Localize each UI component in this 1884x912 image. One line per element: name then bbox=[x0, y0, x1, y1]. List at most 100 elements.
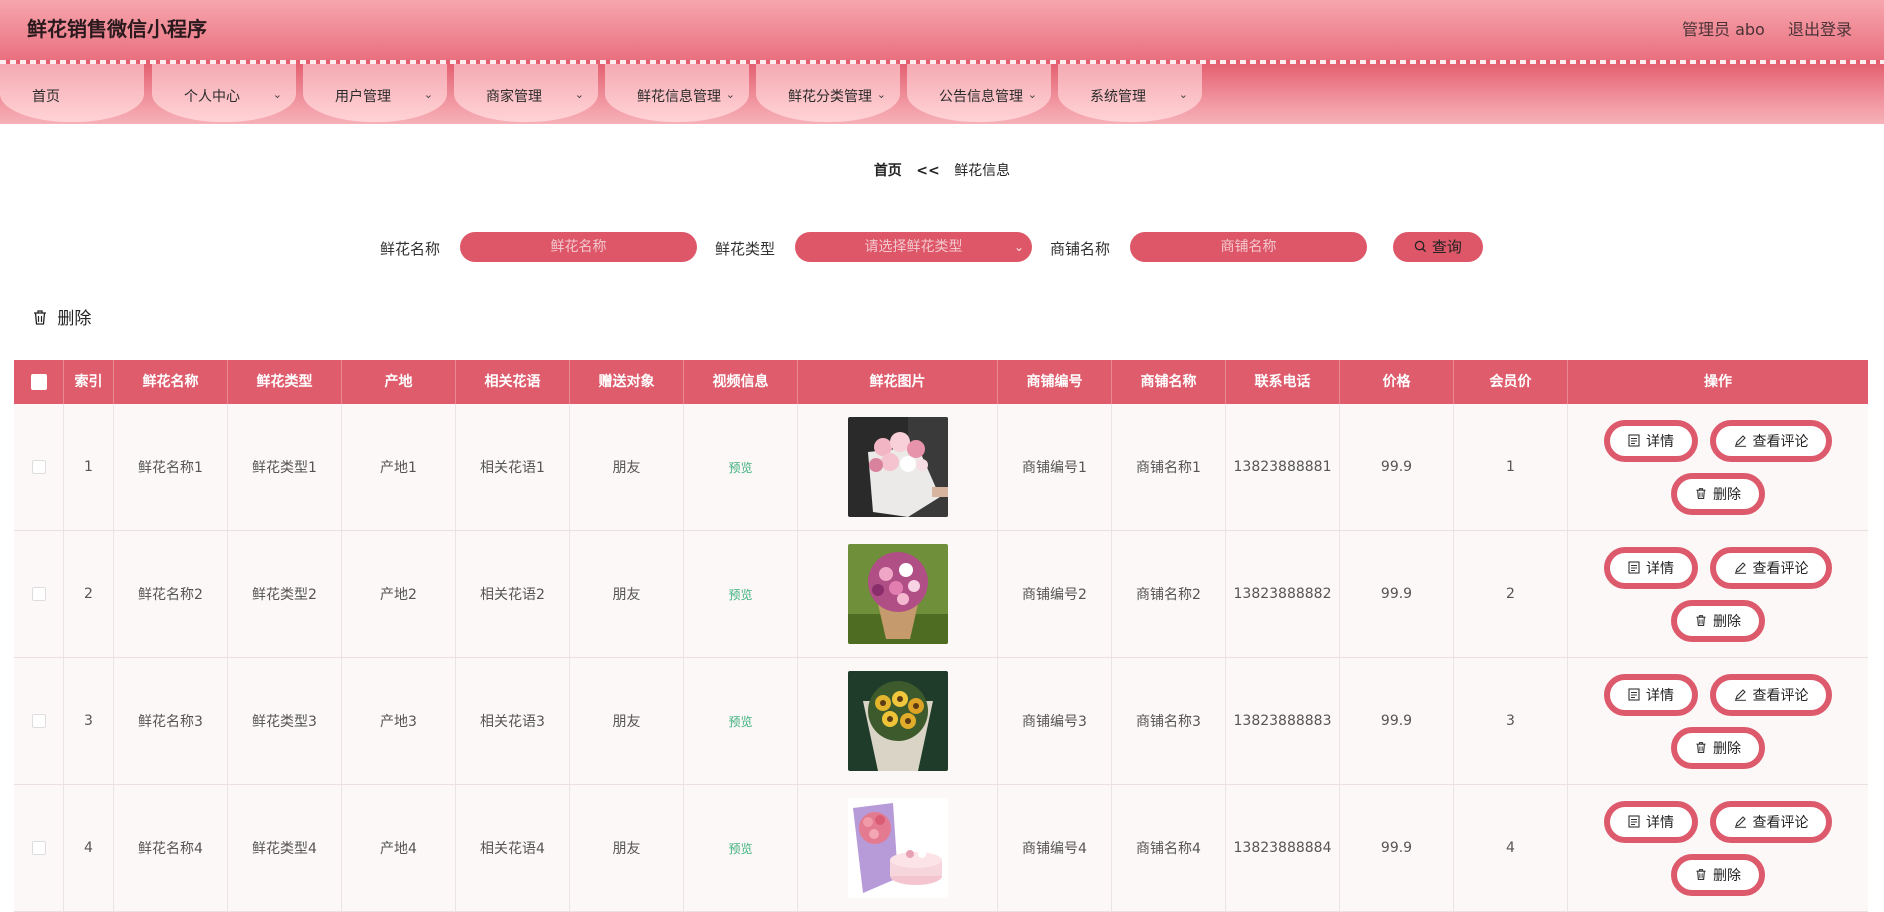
column-header: 会员价 bbox=[1454, 360, 1568, 404]
admin-username: 管理员 abo bbox=[1682, 20, 1765, 39]
trash-icon bbox=[1696, 742, 1706, 753]
row-checkbox[interactable] bbox=[31, 714, 46, 728]
nav-item-merchant-management[interactable]: 商家管理 ⌄ bbox=[454, 64, 598, 122]
document-icon bbox=[1628, 688, 1640, 701]
video-preview-link[interactable]: 预览 bbox=[728, 840, 752, 857]
table-header: 索引 鲜花名称 鲜花类型 产地 相关花语 赠送对象 视频信息 鲜花图片 商铺编号… bbox=[14, 360, 1868, 404]
nav-item-label: 鲜花分类管理 bbox=[788, 89, 872, 105]
view-comments-button-label: 查看评论 bbox=[1752, 433, 1809, 450]
trash-icon bbox=[1696, 488, 1706, 499]
view-comments-button[interactable]: 查看评论 bbox=[1710, 546, 1832, 589]
shop-name-cell: 商铺名称2 bbox=[1112, 531, 1226, 657]
nav-item-system-management[interactable]: 系统管理 ⌄ bbox=[1058, 64, 1202, 122]
flower-type-cell: 鲜花类型2 bbox=[228, 531, 342, 657]
video-preview-link[interactable]: 预览 bbox=[728, 713, 752, 730]
actions-cell: 详情 查看评论 删除 bbox=[1568, 404, 1868, 530]
shop-number-cell: 商铺编号1 bbox=[998, 404, 1112, 530]
index-cell: 4 bbox=[64, 785, 114, 911]
recipient-cell: 朋友 bbox=[570, 658, 684, 784]
delete-button[interactable]: 删除 bbox=[1671, 726, 1765, 769]
table-row: 4 鲜花名称4 鲜花类型4 产地4 相关花语4 朋友 预览 商铺编号4 商铺名称… bbox=[14, 785, 1868, 912]
detail-button-label: 详情 bbox=[1646, 687, 1674, 704]
flower-meaning-cell: 相关花语1 bbox=[456, 404, 570, 530]
nav-item-label: 用户管理 bbox=[335, 89, 391, 105]
column-header: 相关花语 bbox=[456, 360, 570, 404]
video-preview-link[interactable]: 预览 bbox=[728, 459, 752, 476]
nav-item-personal-center[interactable]: 个人中心 ⌄ bbox=[152, 64, 296, 122]
flower-image[interactable] bbox=[847, 798, 948, 898]
chevron-down-icon: ⌄ bbox=[725, 88, 735, 101]
trash-icon bbox=[1696, 615, 1706, 626]
view-comments-button[interactable]: 查看评论 bbox=[1710, 419, 1832, 462]
flower-type-select[interactable]: 请选择鲜花类型 ⌄ bbox=[795, 232, 1032, 262]
row-select-cell bbox=[14, 404, 64, 530]
column-header: 鲜花名称 bbox=[114, 360, 228, 404]
breadcrumb-separator: << bbox=[916, 163, 940, 179]
flower-type-cell: 鲜花类型3 bbox=[228, 658, 342, 784]
shop-name-input[interactable]: 商铺名称 bbox=[1130, 232, 1367, 262]
nav-item-notice-management[interactable]: 公告信息管理 ⌄ bbox=[907, 64, 1051, 122]
detail-button[interactable]: 详情 bbox=[1604, 419, 1698, 462]
nav-item-home[interactable]: 首页 bbox=[0, 64, 144, 122]
flower-image[interactable] bbox=[847, 417, 948, 517]
detail-button[interactable]: 详情 bbox=[1604, 800, 1698, 843]
row-checkbox[interactable] bbox=[31, 587, 46, 601]
row-select-cell bbox=[14, 658, 64, 784]
flower-name-cell: 鲜花名称3 bbox=[114, 658, 228, 784]
select-all-cell bbox=[14, 360, 64, 404]
chevron-down-icon: ⌄ bbox=[423, 88, 433, 101]
flower-image[interactable] bbox=[847, 671, 948, 771]
flower-table: 索引 鲜花名称 鲜花类型 产地 相关花语 赠送对象 视频信息 鲜花图片 商铺编号… bbox=[14, 360, 1868, 912]
search-button-label: 查询 bbox=[1431, 238, 1462, 256]
edit-icon bbox=[1734, 816, 1746, 828]
actions-cell: 详情 查看评论 删除 bbox=[1568, 785, 1868, 911]
detail-button[interactable]: 详情 bbox=[1604, 673, 1698, 716]
index-cell: 3 bbox=[64, 658, 114, 784]
app-title: 鲜花销售微信小程序 bbox=[27, 17, 207, 41]
phone-cell: 13823888883 bbox=[1226, 658, 1340, 784]
flower-image-cell bbox=[798, 658, 998, 784]
flower-type-cell: 鲜花类型1 bbox=[228, 404, 342, 530]
video-preview-link[interactable]: 预览 bbox=[728, 586, 752, 603]
nav-item-flower-info-management[interactable]: 鲜花信息管理 ⌄ bbox=[605, 64, 749, 122]
delete-button[interactable]: 删除 bbox=[1671, 472, 1765, 515]
detail-button-label: 详情 bbox=[1646, 814, 1674, 831]
nav-item-label: 首页 bbox=[32, 89, 60, 105]
document-icon bbox=[1628, 561, 1640, 574]
select-all-checkbox[interactable] bbox=[30, 374, 47, 390]
delete-button-label: 删除 bbox=[1713, 486, 1741, 503]
flower-name-input[interactable]: 鲜花名称 bbox=[460, 232, 697, 262]
breadcrumb: 首页 << 鲜花信息 bbox=[0, 160, 1884, 180]
nav-item-flower-category-management[interactable]: 鲜花分类管理 ⌄ bbox=[756, 64, 900, 122]
shop-number-cell: 商铺编号2 bbox=[998, 531, 1112, 657]
member-price-cell: 1 bbox=[1454, 404, 1568, 530]
member-price-cell: 3 bbox=[1454, 658, 1568, 784]
nav-item-user-management[interactable]: 用户管理 ⌄ bbox=[303, 64, 447, 122]
breadcrumb-home[interactable]: 首页 bbox=[874, 163, 902, 179]
member-price-cell: 4 bbox=[1454, 785, 1568, 911]
view-comments-button[interactable]: 查看评论 bbox=[1710, 800, 1832, 843]
table-row: 2 鲜花名称2 鲜花类型2 产地2 相关花语2 朋友 预览 商铺编号2 商铺名称… bbox=[14, 531, 1868, 658]
delete-button[interactable]: 删除 bbox=[1671, 853, 1765, 896]
column-header: 商铺编号 bbox=[998, 360, 1112, 404]
bulk-delete-button[interactable]: 删除 bbox=[32, 304, 91, 329]
view-comments-button[interactable]: 查看评论 bbox=[1710, 673, 1832, 716]
search-button[interactable]: 查询 bbox=[1393, 232, 1483, 262]
recipient-cell: 朋友 bbox=[570, 531, 684, 657]
flower-type-label: 鲜花类型 bbox=[715, 240, 776, 258]
shop-name-label: 商铺名称 bbox=[1050, 240, 1111, 258]
column-header: 索引 bbox=[64, 360, 114, 404]
detail-button[interactable]: 详情 bbox=[1604, 546, 1698, 589]
edit-icon bbox=[1734, 435, 1746, 447]
logout-link[interactable]: 退出登录 bbox=[1788, 16, 1852, 40]
chevron-down-icon: ⌄ bbox=[1013, 240, 1024, 254]
price-cell: 99.9 bbox=[1340, 531, 1454, 657]
delete-button[interactable]: 删除 bbox=[1671, 599, 1765, 642]
column-header: 价格 bbox=[1340, 360, 1454, 404]
flower-image[interactable] bbox=[847, 544, 948, 644]
detail-button-label: 详情 bbox=[1646, 433, 1674, 450]
video-cell: 预览 bbox=[684, 658, 798, 784]
row-checkbox[interactable] bbox=[31, 460, 46, 474]
row-checkbox[interactable] bbox=[31, 841, 46, 855]
recipient-cell: 朋友 bbox=[570, 785, 684, 911]
